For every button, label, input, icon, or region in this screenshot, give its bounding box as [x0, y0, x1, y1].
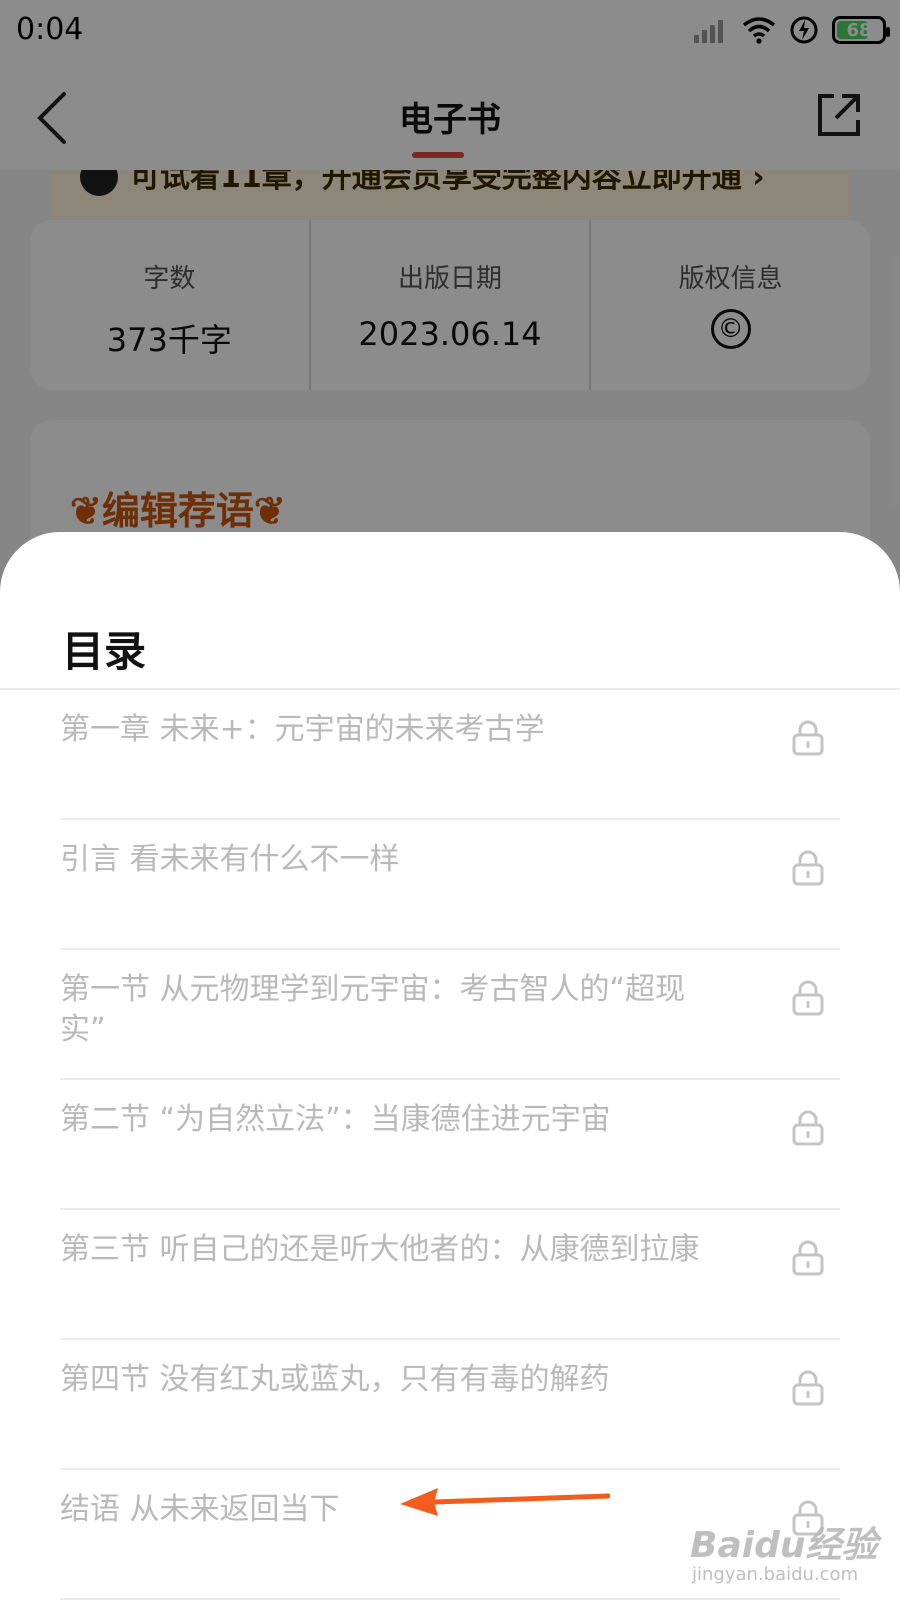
lock-icon — [792, 850, 824, 886]
lock-icon — [792, 1370, 824, 1406]
toc-item-label: 第二节 “为自然立法”：当康德住进元宇宙 — [60, 1102, 611, 1137]
lock-icon — [792, 980, 824, 1016]
toc-item-label: 第四节 没有红丸或蓝丸，只有有毒的解药 — [60, 1362, 610, 1397]
toc-item[interactable]: 第三节 听自己的还是听大他者的：从康德到拉康 — [60, 1210, 840, 1340]
toc-item[interactable]: 第四节 没有红丸或蓝丸，只有有毒的解药 — [60, 1340, 840, 1470]
watermark-logo: Baidu经验 — [690, 1525, 878, 1566]
toc-item-label: 引言 看未来有什么不一样 — [60, 842, 400, 877]
lock-icon — [792, 720, 824, 756]
lock-icon — [792, 1110, 824, 1146]
toc-item-label: 第三节 听自己的还是听大他者的：从康德到拉康 — [60, 1232, 700, 1267]
toc-item-label: 第一章 未来+：元宇宙的未来考古学 — [60, 712, 545, 747]
toc-item[interactable]: 引言 看未来有什么不一样 — [60, 820, 840, 950]
lock-icon — [792, 1240, 824, 1276]
toc-bottom-sheet: 目录 第一章 未来+：元宇宙的未来考古学 引言 看未来有什么不一样 第一节 从元… — [0, 532, 900, 1600]
watermark-url: jingyan.baidu.com — [692, 1564, 859, 1585]
toc-list: 第一章 未来+：元宇宙的未来考古学 引言 看未来有什么不一样 第一节 从元物理学… — [0, 690, 900, 1600]
toc-item[interactable]: 第一节 从元物理学到元宇宙：考古智人的“超现实” — [60, 950, 840, 1080]
toc-item-label: 第一节 从元物理学到元宇宙：考古智人的“超现实” — [60, 972, 686, 1047]
toc-item[interactable]: 第二节 “为自然立法”：当康德住进元宇宙 — [60, 1080, 840, 1210]
toc-title: 目录 — [62, 627, 147, 676]
toc-item[interactable]: 第一章 未来+：元宇宙的未来考古学 — [60, 690, 840, 820]
annotation-arrow-icon — [400, 1488, 610, 1516]
